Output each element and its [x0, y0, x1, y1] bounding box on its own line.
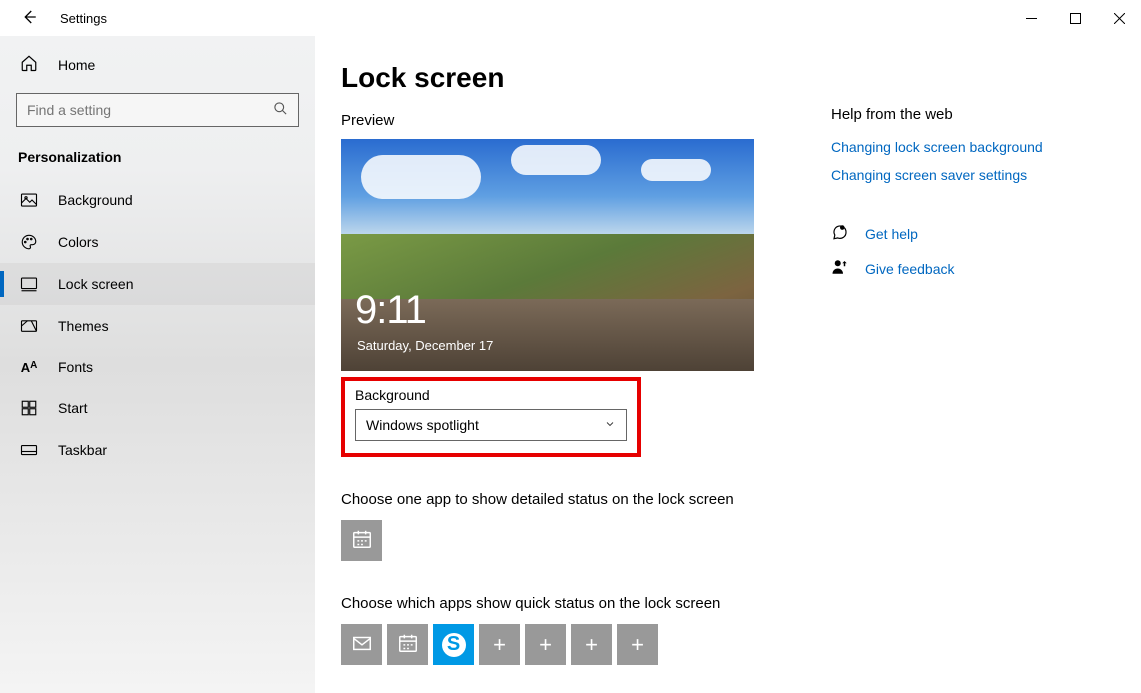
sidebar-item-label: Taskbar: [58, 442, 107, 458]
calendar-icon: [351, 528, 373, 553]
nav-home[interactable]: Home: [0, 44, 315, 85]
quick-status-label: Choose which apps show quick status on t…: [341, 595, 831, 612]
quick-status-tile-add-1[interactable]: +: [479, 624, 520, 665]
palette-icon: [20, 233, 38, 251]
calendar-icon: [397, 632, 419, 657]
back-button[interactable]: [20, 8, 38, 29]
maximize-button[interactable]: [1053, 0, 1097, 36]
sidebar-item-themes[interactable]: Themes: [0, 305, 315, 347]
nav-home-label: Home: [58, 57, 95, 73]
chevron-down-icon: [604, 417, 616, 433]
feedback-icon: [831, 258, 849, 279]
quick-status-tile-skype[interactable]: S: [433, 624, 474, 665]
window-title: Settings: [60, 11, 107, 26]
sidebar-category: Personalization: [0, 145, 315, 179]
picture-icon: [20, 191, 38, 209]
sidebar-item-background[interactable]: Background: [0, 179, 315, 221]
start-icon: [20, 399, 38, 417]
plus-icon: +: [631, 632, 644, 658]
svg-text:?: ?: [841, 226, 843, 230]
search-input[interactable]: [27, 102, 273, 118]
background-dropdown-value: Windows spotlight: [366, 417, 479, 433]
plus-icon: +: [585, 632, 598, 658]
sidebar-item-label: Themes: [58, 318, 109, 334]
help-link-bg[interactable]: Changing lock screen background: [831, 139, 1101, 155]
get-help-link[interactable]: Get help: [865, 226, 918, 242]
titlebar: Settings: [0, 0, 1141, 36]
sidebar-item-fonts[interactable]: AA Fonts: [0, 347, 315, 387]
page-title: Lock screen: [341, 62, 831, 94]
lock-screen-icon: [20, 275, 38, 293]
quick-status-tile-add-2[interactable]: +: [525, 624, 566, 665]
skype-icon: S: [442, 633, 466, 657]
sidebar-item-label: Fonts: [58, 359, 93, 375]
sidebar-item-lock-screen[interactable]: Lock screen: [0, 263, 315, 305]
background-label: Background: [355, 387, 627, 403]
help-heading: Help from the web: [831, 106, 1101, 123]
sidebar-item-label: Colors: [58, 234, 98, 250]
sidebar: Home Personalization Background Colors L…: [0, 36, 315, 693]
taskbar-icon: [20, 441, 38, 459]
close-button[interactable]: [1097, 0, 1141, 36]
search-icon: [273, 101, 288, 119]
preview-time: 9:11: [355, 288, 426, 333]
sidebar-item-label: Start: [58, 400, 88, 416]
home-icon: [20, 54, 38, 75]
detailed-status-app-tile[interactable]: [341, 520, 382, 561]
themes-icon: [20, 317, 38, 335]
detailed-status-label: Choose one app to show detailed status o…: [341, 491, 831, 508]
mail-icon: [351, 632, 373, 657]
sidebar-item-colors[interactable]: Colors: [0, 221, 315, 263]
search-input-container[interactable]: [16, 93, 299, 127]
sidebar-item-label: Lock screen: [58, 276, 133, 292]
quick-status-tile-add-4[interactable]: +: [617, 624, 658, 665]
quick-status-tile-calendar[interactable]: [387, 624, 428, 665]
minimize-button[interactable]: [1009, 0, 1053, 36]
background-dropdown[interactable]: Windows spotlight: [355, 409, 627, 441]
preview-label: Preview: [341, 112, 831, 129]
help-link-saver[interactable]: Changing screen saver settings: [831, 167, 1101, 183]
quick-status-tile-mail[interactable]: [341, 624, 382, 665]
sidebar-item-taskbar[interactable]: Taskbar: [0, 429, 315, 471]
quick-status-tile-add-3[interactable]: +: [571, 624, 612, 665]
fonts-icon: AA: [20, 360, 38, 375]
get-help-icon: ?: [831, 223, 849, 244]
sidebar-item-label: Background: [58, 192, 133, 208]
plus-icon: +: [493, 632, 506, 658]
plus-icon: +: [539, 632, 552, 658]
give-feedback-link[interactable]: Give feedback: [865, 261, 955, 277]
sidebar-item-start[interactable]: Start: [0, 387, 315, 429]
background-setting-highlight: Background Windows spotlight: [341, 377, 641, 457]
lock-screen-preview: 9:11 Saturday, December 17: [341, 139, 754, 371]
preview-date: Saturday, December 17: [357, 338, 493, 353]
